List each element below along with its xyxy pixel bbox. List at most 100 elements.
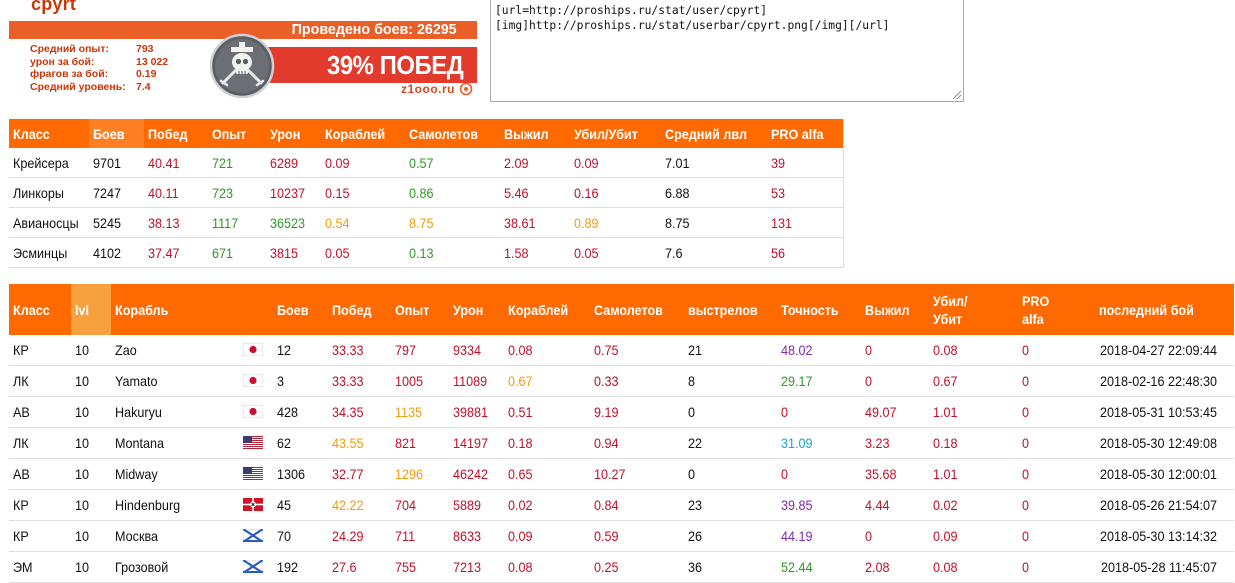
table-row: КР 10 Zao 12 33.33 797 9334 0.08 0.75 21 48.02 0 0.0…: [9, 335, 1234, 366]
stat-cell: 0: [777, 396, 861, 428]
stat-cell: 11089: [449, 365, 504, 397]
usa-flag-icon: [243, 467, 263, 480]
last-battle-cell: 2018-05-28 11:45:07: [1095, 551, 1234, 583]
stat-value: 7.4: [136, 80, 151, 93]
stat-cell: 5245: [89, 207, 144, 238]
userbar-site-label: z1ooo.ru: [401, 82, 455, 96]
userbar-stat-row: Средний уровень: 7.4: [30, 81, 210, 94]
table-row: КР 10 Hindenburg 45 42.22 704 5889 0.02 0.84 23 39…: [9, 489, 1234, 521]
table-row: ЛК 10 Yamato 3 33.33 1005 11089 0.67 0.33 8 29.17 0…: [9, 365, 1234, 397]
userbar-stats: Средний опыт: 793 урон за бой: 13 022 фраг…: [30, 43, 210, 93]
stat-cell: 0.54: [321, 207, 405, 238]
stat-cell: 3: [273, 365, 328, 397]
stat-cell: 2.09: [500, 148, 570, 178]
stat-cell: 33.33: [328, 365, 391, 397]
stat-cell: 62: [273, 427, 328, 459]
stat-cell: 1296: [391, 458, 449, 490]
stat-cell: 428: [273, 396, 328, 428]
stat-value: 793: [136, 43, 154, 55]
stat-cell: 38.61: [500, 207, 570, 238]
stat-cell: 704: [391, 489, 449, 521]
stat-cell: КР: [9, 335, 71, 366]
stat-cell: 0.09: [321, 148, 405, 178]
table-row: АВ 10 Midway 1306 32.77 1296 46242 0.65 10.27 0 0 3…: [9, 458, 1234, 490]
column-header: Выжил: [861, 284, 929, 335]
stat-cell: 0.75: [590, 335, 684, 366]
ship-name-cell: Hakuryu: [111, 396, 273, 428]
japan-flag-icon: [243, 374, 263, 387]
last-battle-cell: 2018-02-16 22:48:30: [1095, 365, 1234, 397]
stat-cell: 0.08: [504, 551, 590, 583]
column-header: Кораблей: [321, 119, 405, 148]
stat-cell: 0.15: [321, 177, 405, 208]
stat-cell: 8633: [449, 520, 504, 552]
column-header: Корабль: [111, 284, 273, 335]
column-header: Опыт: [391, 284, 449, 335]
stat-cell: 0.08: [504, 335, 590, 366]
stat-cell: 0.51: [504, 396, 590, 428]
stat-cell: 0: [777, 458, 861, 490]
column-header: Самолетов: [590, 284, 684, 335]
stat-cell: 0: [1018, 489, 1095, 521]
table-row: ЭМ 10 Грозовой 192 27.6 755 7213 0.08 0.25 36 52.4…: [9, 551, 1234, 583]
stat-cell: 0: [1018, 427, 1095, 459]
stat-cell: 8.75: [661, 207, 767, 238]
column-header: Боев: [273, 284, 328, 335]
stat-cell: 8.75: [405, 207, 500, 238]
column-header: Самолетов: [405, 119, 500, 148]
stat-cell: 0: [1018, 458, 1095, 490]
table-row: Эсминцы 4102 37.47 671 3815 0.05 0.13 1.58 0.05 7…: [9, 237, 844, 268]
ship-name-cell: Москва: [111, 520, 273, 552]
stat-cell: 192: [273, 551, 328, 583]
class-name-cell: Эсминцы: [9, 237, 89, 268]
stat-cell: 14197: [449, 427, 504, 459]
stat-cell: 24.29: [328, 520, 391, 552]
stat-cell: 23: [684, 489, 777, 521]
stat-cell: 4102: [89, 237, 144, 268]
last-battle-cell: 2018-04-27 22:09:44: [1095, 335, 1234, 366]
stat-cell: 29.17: [777, 365, 861, 397]
stat-cell: 755: [391, 551, 449, 583]
table-row: ЛК 10 Montana 62 43.55 821 14197 0.18 0.94 22 31.0…: [9, 427, 1234, 459]
stat-cell: 40.41: [144, 148, 208, 178]
column-header: Выжил: [500, 119, 570, 148]
stat-cell: 0.05: [321, 237, 405, 268]
stat-label: фрагов за бой:: [30, 68, 109, 80]
stat-cell: 0.16: [570, 177, 661, 208]
userbar-stat-row: Средний опыт: 793: [30, 43, 210, 56]
column-header: Точность: [777, 284, 861, 335]
ussr-navy-flag-icon: [243, 529, 263, 542]
stat-cell: АВ: [9, 396, 71, 428]
resize-grip-icon[interactable]: [950, 88, 962, 100]
table-row: АВ 10 Hakuryu 428 34.35 1135 39881 0.51 9.19 0 0 49…: [9, 396, 1234, 428]
ship-name-cell: Midway: [111, 458, 273, 490]
stat-cell: 671: [208, 237, 266, 268]
skull-crossed-swords-emblem-icon: [209, 33, 275, 99]
table-row: Линкоры 7247 40.11 723 10237 0.15 0.86 5.46 0.16…: [9, 177, 844, 208]
stat-cell: 33.33: [328, 335, 391, 366]
userbar-image: cpyrt Проведено боев: 26295 Средний опыт…: [9, 0, 477, 100]
stat-cell: 3815: [266, 237, 321, 268]
stat-cell: 0.09: [504, 520, 590, 552]
column-header: Класс: [9, 119, 89, 148]
stat-cell: 0: [861, 365, 929, 397]
stat-cell: 6289: [266, 148, 321, 178]
stat-cell: 22: [684, 427, 777, 459]
stat-cell: ЛК: [9, 365, 71, 397]
stat-cell: 131: [767, 207, 844, 238]
column-header: последний бой: [1095, 284, 1234, 335]
stat-cell: 21: [684, 335, 777, 366]
stat-cell: 5889: [449, 489, 504, 521]
stat-cell: 1005: [391, 365, 449, 397]
last-battle-cell: 2018-05-30 12:49:08: [1095, 427, 1234, 459]
stat-cell: 1.01: [929, 458, 1018, 490]
stat-cell: 0: [861, 335, 929, 366]
bbcode-textarea[interactable]: [490, 0, 964, 102]
stat-cell: 7247: [89, 177, 144, 208]
stat-cell: 10: [71, 335, 111, 366]
column-header: Класс: [9, 284, 71, 335]
stat-cell: 0: [1018, 396, 1095, 428]
stat-cell: 8: [684, 365, 777, 397]
stat-cell: 10: [71, 551, 111, 583]
table-row: Авианосцы 5245 38.13 1117 36523 0.54 8.75 38.61…: [9, 207, 844, 238]
